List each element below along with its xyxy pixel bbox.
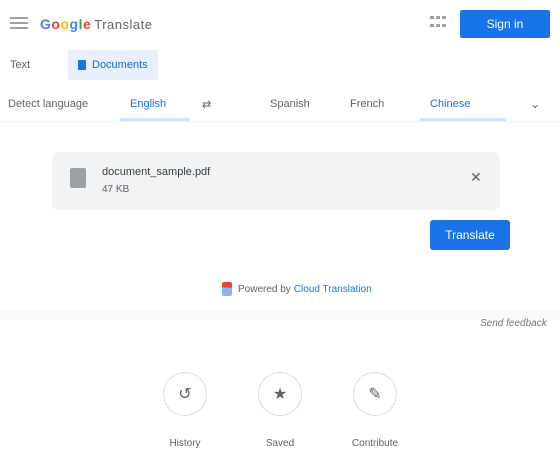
file-icon — [70, 168, 86, 188]
sign-in-button[interactable]: Sign in — [460, 10, 550, 38]
contribute-icon: ✎ — [353, 372, 397, 416]
nav-contribute-label: Contribute — [351, 438, 399, 449]
logo-letter: o — [60, 16, 70, 32]
target-active-indicator — [420, 118, 506, 121]
tab-documents[interactable]: Documents — [68, 50, 158, 80]
swap-languages-icon[interactable]: ⇄ — [202, 98, 211, 111]
tab-text[interactable]: Text — [0, 50, 40, 80]
tab-text-label: Text — [10, 59, 31, 71]
history-icon: ↺ — [163, 372, 207, 416]
send-feedback-link[interactable]: Send feedback — [480, 318, 547, 329]
more-languages-icon[interactable]: ⌄ — [530, 97, 540, 111]
cloud-translation-link[interactable]: Cloud Translation — [294, 284, 372, 295]
bottom-nav: ↺ History ★ Saved ✎ Contribute — [0, 372, 560, 462]
uploaded-file-card: document_sample.pdf 47 KB ✕ — [52, 152, 500, 210]
target-lang-french[interactable]: French — [350, 98, 384, 110]
source-active-indicator — [120, 118, 190, 121]
menu-icon[interactable] — [10, 17, 28, 29]
logo-letter: g — [69, 16, 79, 32]
powered-by: Powered by Cloud Translation — [222, 280, 372, 298]
nav-contribute[interactable]: ✎ Contribute — [345, 372, 405, 449]
translate-button[interactable]: Translate — [430, 220, 510, 250]
target-lang-spanish[interactable]: Spanish — [270, 98, 310, 110]
logo-suffix: Translate — [94, 17, 153, 32]
file-size: 47 KB — [102, 184, 130, 195]
cloud-translation-icon — [222, 282, 232, 296]
source-lang-english[interactable]: English — [130, 98, 166, 110]
source-lang-detect[interactable]: Detect language — [8, 98, 88, 110]
language-bar: Detect language English ⇄ Spanish French… — [0, 92, 560, 122]
document-icon — [78, 60, 86, 70]
apps-grid-icon[interactable] — [430, 16, 448, 30]
tab-documents-label: Documents — [92, 59, 148, 71]
file-name: document_sample.pdf — [102, 166, 211, 178]
section-divider — [0, 310, 560, 320]
mode-tabs: Text Documents — [0, 50, 560, 82]
app-logo[interactable]: Google Translate — [40, 16, 152, 32]
close-icon[interactable]: ✕ — [470, 169, 482, 186]
logo-letter: G — [40, 16, 52, 32]
nav-saved[interactable]: ★ Saved — [250, 372, 310, 449]
top-bar: Google Translate Sign in — [0, 0, 560, 46]
nav-saved-label: Saved — [265, 438, 295, 449]
nav-history[interactable]: ↺ History — [155, 372, 215, 449]
saved-icon: ★ — [258, 372, 302, 416]
logo-letter: e — [82, 16, 92, 32]
target-lang-chinese[interactable]: Chinese — [430, 98, 470, 110]
nav-history-label: History — [169, 438, 201, 449]
powered-prefix: Powered by — [238, 283, 291, 295]
